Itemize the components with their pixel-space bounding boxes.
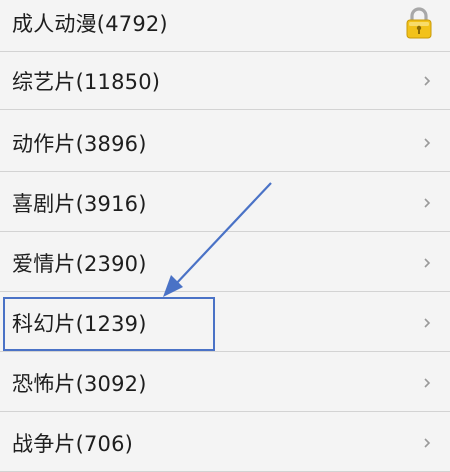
list-item-romance[interactable]: 爱情片(2390) [0, 234, 450, 292]
lock-icon [406, 6, 432, 38]
list-item-comedy[interactable]: 喜剧片(3916) [0, 174, 450, 232]
list-item-label: 成人动漫(4792) [12, 11, 168, 36]
list-item-war[interactable]: 战争片(706) [0, 414, 450, 472]
list-item-action[interactable]: 动作片(3896) [0, 114, 450, 172]
list-item-label: 喜剧片(3916) [12, 191, 147, 216]
chevron-right-icon [424, 317, 431, 328]
chevron-right-icon [424, 437, 431, 448]
list-item-label: 综艺片(11850) [12, 69, 161, 94]
list-item-label: 科幻片(1239) [12, 311, 147, 336]
chevron-right-icon [424, 197, 431, 208]
chevron-right-icon [424, 377, 431, 388]
list-item-label: 动作片(3896) [12, 131, 147, 156]
list-item-adult-anime[interactable]: 成人动漫(4792) [0, 0, 450, 52]
list-item-label: 战争片(706) [12, 431, 134, 456]
list-item-label: 爱情片(2390) [12, 251, 147, 276]
list-item-label: 恐怖片(3092) [12, 371, 147, 396]
chevron-right-icon [424, 137, 431, 148]
list-item-horror[interactable]: 恐怖片(3092) [0, 354, 450, 412]
list-item-scifi[interactable]: 科幻片(1239) [0, 294, 450, 352]
chevron-right-icon [424, 257, 431, 268]
chevron-right-icon [424, 75, 431, 86]
list-item-variety[interactable]: 综艺片(11850) [0, 52, 450, 110]
